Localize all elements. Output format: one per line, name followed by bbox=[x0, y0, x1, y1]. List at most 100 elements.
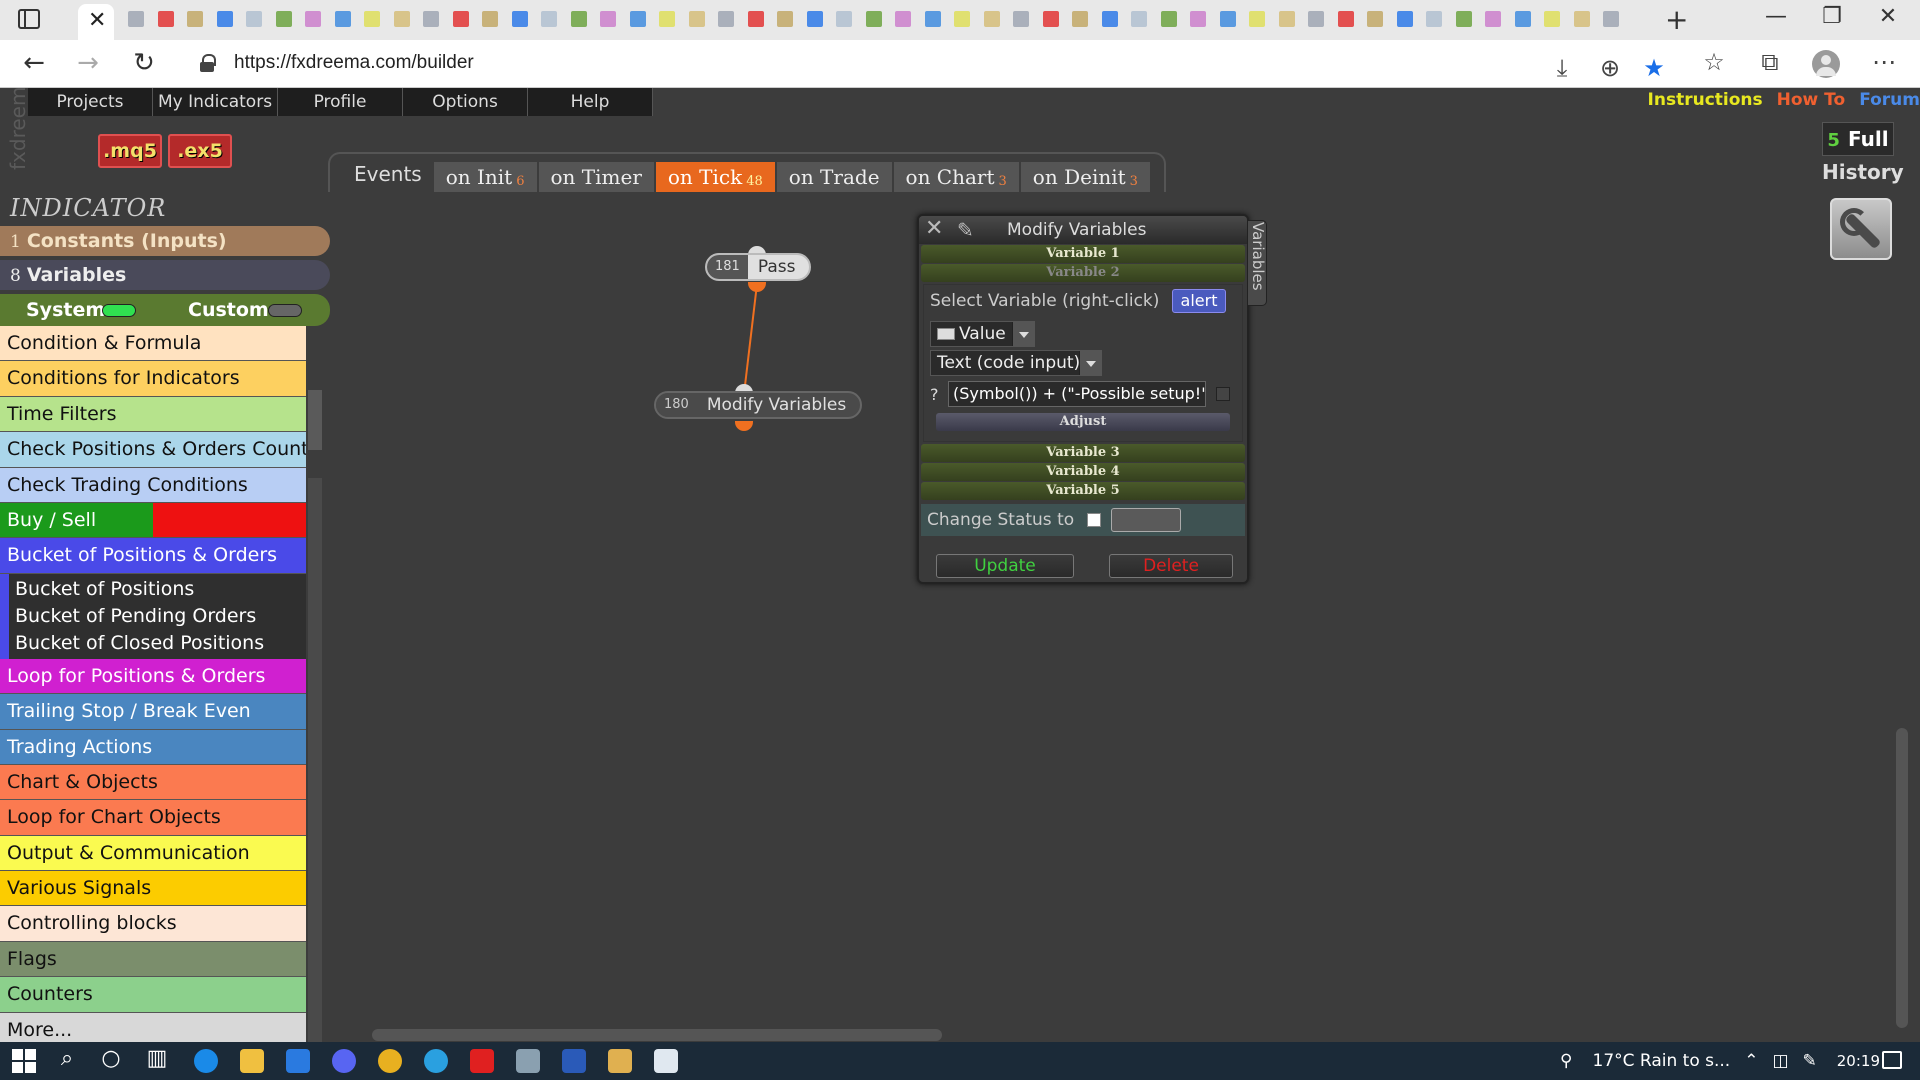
browser-tab[interactable] bbox=[1186, 6, 1210, 32]
browser-tab[interactable] bbox=[1422, 6, 1446, 32]
browser-tab[interactable] bbox=[242, 6, 266, 32]
browser-tab[interactable] bbox=[1481, 6, 1505, 32]
canvas-vertical-scroll-thumb[interactable] bbox=[1896, 728, 1908, 1028]
browser-tab[interactable] bbox=[714, 6, 738, 32]
block-node-pass[interactable]: 181 Pass bbox=[705, 253, 812, 281]
code-input[interactable]: (Symbol()) + ("-Possible setup!"); bbox=[948, 381, 1206, 407]
browser-tab[interactable] bbox=[183, 6, 207, 32]
browser-tab[interactable] bbox=[478, 6, 502, 32]
pin-icon[interactable]: ✎ bbox=[957, 218, 974, 242]
variable-4-header[interactable]: Variable 4 bbox=[921, 463, 1245, 481]
favorites-icon[interactable]: ☆ bbox=[1696, 48, 1732, 76]
browser-tab[interactable] bbox=[154, 6, 178, 32]
browser-tab[interactable] bbox=[1245, 6, 1269, 32]
metatrader-icon[interactable] bbox=[654, 1049, 678, 1073]
browser-tab[interactable] bbox=[124, 6, 148, 32]
variable-1-header[interactable]: Variable 1 bbox=[921, 245, 1245, 263]
browser-tab[interactable] bbox=[1363, 6, 1387, 32]
browser-tab[interactable] bbox=[596, 6, 620, 32]
variable-5-header[interactable]: Variable 5 bbox=[921, 482, 1245, 500]
calculator-icon[interactable] bbox=[516, 1049, 540, 1073]
browser-tab[interactable] bbox=[1216, 6, 1240, 32]
chevron-up-icon[interactable]: ⌃ bbox=[1744, 1051, 1758, 1071]
collections-icon[interactable]: ⧉ bbox=[1752, 48, 1788, 76]
value-type-select[interactable]: Value bbox=[930, 321, 1035, 347]
reload-button[interactable]: ↻ bbox=[126, 48, 162, 78]
browser-tab[interactable] bbox=[1127, 6, 1151, 32]
lock-icon[interactable] bbox=[200, 54, 216, 72]
variable-3-header[interactable]: Variable 3 bbox=[921, 444, 1245, 462]
browser-tab[interactable] bbox=[980, 6, 1004, 32]
chevron-down-icon[interactable] bbox=[1012, 322, 1034, 346]
pen-icon[interactable]: ✎ bbox=[1803, 1051, 1817, 1071]
code-checkbox[interactable] bbox=[1216, 387, 1230, 401]
search-icon[interactable]: ⌕ bbox=[52, 1046, 82, 1071]
browser-tab[interactable] bbox=[655, 6, 679, 32]
more-menu-icon[interactable]: ⋯ bbox=[1866, 48, 1902, 76]
input-mode-select[interactable]: Text (code input) bbox=[930, 350, 1102, 376]
zoom-icon[interactable]: ⊕ bbox=[1592, 54, 1628, 82]
browser-tab[interactable] bbox=[537, 6, 561, 32]
browser-tab[interactable] bbox=[1275, 6, 1299, 32]
windows-start-icon[interactable] bbox=[12, 1049, 36, 1073]
edge-browser-icon[interactable] bbox=[194, 1049, 218, 1073]
cortana-icon[interactable]: ○ bbox=[96, 1046, 126, 1071]
browser-tab[interactable] bbox=[1068, 6, 1092, 32]
active-tab[interactable]: ✕ bbox=[78, 4, 114, 40]
app-icon[interactable] bbox=[608, 1049, 632, 1073]
close-window-button[interactable]: ✕ bbox=[1868, 4, 1908, 29]
browser-tab[interactable] bbox=[1098, 6, 1122, 32]
browser-tab[interactable] bbox=[1157, 6, 1181, 32]
browser-tab[interactable] bbox=[390, 6, 414, 32]
url-text[interactable]: https://fxdreema.com/builder bbox=[234, 52, 474, 74]
word-icon[interactable] bbox=[562, 1049, 586, 1073]
profile-avatar[interactable] bbox=[1812, 50, 1840, 78]
browser-tab[interactable] bbox=[567, 6, 591, 32]
browser-tab[interactable] bbox=[832, 6, 856, 32]
download-icon[interactable]: ⤓ bbox=[1544, 54, 1580, 82]
browser-tab[interactable] bbox=[1393, 6, 1417, 32]
change-status-checkbox[interactable] bbox=[1087, 513, 1101, 527]
update-button[interactable]: Update bbox=[936, 554, 1074, 578]
task-view-icon[interactable]: ▥ bbox=[142, 1046, 172, 1071]
minimize-button[interactable]: — bbox=[1756, 4, 1796, 29]
browser-tab[interactable] bbox=[862, 6, 886, 32]
browser-tab[interactable] bbox=[950, 6, 974, 32]
restore-button[interactable]: ❐ bbox=[1812, 4, 1852, 29]
close-tab-icon[interactable]: ✕ bbox=[88, 8, 106, 33]
browser-tab[interactable] bbox=[1511, 6, 1535, 32]
canvas-scroll-thumb[interactable] bbox=[372, 1029, 942, 1041]
back-button[interactable]: ← bbox=[16, 48, 52, 78]
discord-icon[interactable] bbox=[332, 1049, 356, 1073]
help-question-mark[interactable]: ? bbox=[930, 385, 939, 404]
browser-tab[interactable] bbox=[626, 6, 650, 32]
chevron-down-icon[interactable] bbox=[1079, 351, 1101, 375]
adjust-button[interactable]: Adjust bbox=[936, 413, 1230, 431]
telegram-icon[interactable] bbox=[424, 1049, 448, 1073]
browser-tab[interactable] bbox=[744, 6, 768, 32]
browser-tab[interactable] bbox=[891, 6, 915, 32]
browser-tab[interactable] bbox=[1452, 6, 1476, 32]
dialog-header[interactable]: ✕ ✎ Modify Variables bbox=[919, 216, 1247, 244]
close-icon[interactable]: ✕ bbox=[925, 216, 943, 241]
browser-tab[interactable] bbox=[449, 6, 473, 32]
browser-tab[interactable] bbox=[1570, 6, 1594, 32]
tab-actions-icon[interactable] bbox=[18, 9, 40, 29]
browser-tab[interactable] bbox=[331, 6, 355, 32]
file-explorer-icon[interactable] bbox=[240, 1049, 264, 1073]
clock[interactable]: 20:19 bbox=[1837, 1052, 1880, 1070]
address-bar[interactable]: https://fxdreema.com/builder ⤓ ⊕ ★ bbox=[180, 46, 1665, 82]
new-tab-button[interactable]: + bbox=[1665, 3, 1688, 36]
browser-tab[interactable] bbox=[508, 6, 532, 32]
selected-variable-button[interactable]: alert bbox=[1172, 289, 1226, 313]
mail-icon[interactable] bbox=[286, 1049, 310, 1073]
forward-button[interactable]: → bbox=[70, 48, 106, 78]
browser-tab[interactable] bbox=[773, 6, 797, 32]
weather-widget[interactable]: 17°C Rain to s... bbox=[1593, 1051, 1731, 1071]
people-icon[interactable]: ⚲ bbox=[1560, 1051, 1572, 1071]
browser-tab[interactable] bbox=[360, 6, 384, 32]
browser-tab[interactable] bbox=[1540, 6, 1564, 32]
variable-2-header[interactable]: Variable 2 bbox=[921, 264, 1245, 282]
browser-tab[interactable] bbox=[1599, 6, 1623, 32]
status-input[interactable] bbox=[1111, 508, 1181, 532]
